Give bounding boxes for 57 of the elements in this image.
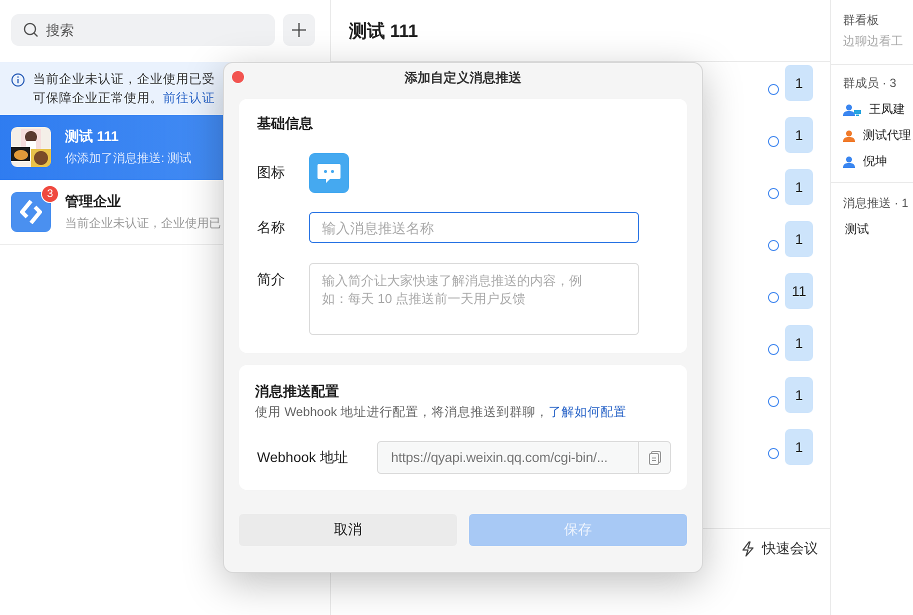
name-input[interactable]: 输入消息推送名称 [309,212,639,243]
chat-bubble-icon[interactable] [309,153,349,193]
message-bubble: 1 [785,429,813,465]
search-input[interactable]: 搜索 [46,15,275,45]
unread-badge: 3 [41,185,59,203]
member-name[interactable]: 倪坤 [863,153,887,170]
search-icon [23,22,39,38]
read-status-icon [768,292,779,302]
message-bubble: 1 [785,377,813,413]
message-bubble: 1 [785,117,813,153]
section-heading: 基础信息 [257,115,314,133]
field-label: Webhook 地址 [257,448,349,466]
read-status-icon [768,396,779,406]
verify-link[interactable]: 前往认证 [163,91,215,105]
notice-text: 可保障企业正常使用。 [33,91,163,105]
member-name[interactable]: 王凤建 [869,101,905,118]
push-item[interactable]: 测试 [843,221,913,238]
board-title: 群看板 [843,12,880,29]
board-subtitle: 边聊边看工 [843,33,904,50]
members-title: 群成员 · 3 [843,75,898,92]
field-label: 图标 [257,164,286,182]
cancel-button[interactable]: 取消 [239,514,457,546]
read-status-icon [768,240,779,250]
add-button[interactable] [283,14,315,46]
intro-input[interactable]: 输入简介让大家快速了解消息推送的内容，例如：每天 10 点推送前一天用户反馈 [309,263,639,335]
chat-title: 管理企业 [65,192,122,210]
info-icon [11,73,25,87]
copy-icon [648,450,660,464]
webhook-field[interactable]: https://qyapi.weixin.qq.com/cgi-bin/... [377,441,671,474]
message-bubble: 11 [785,273,813,309]
help-link[interactable]: 了解如何配置 [548,405,627,419]
search-field[interactable]: 搜索 [11,14,275,46]
notice-text: 当前企业未认证，企业使用已受 [33,71,215,88]
read-status-icon [768,188,779,198]
message-bubble: 1 [785,169,813,205]
message-bubble: 1 [785,221,813,257]
close-button[interactable] [232,71,244,83]
plus-icon [292,23,306,37]
chat-preview: 你添加了消息推送: 测试 [65,150,192,166]
read-status-icon [768,448,779,458]
member-name[interactable]: 测试代理 [863,127,911,144]
chat-title: 测试 111 [65,128,120,146]
read-status-icon [768,84,779,94]
chat-preview: 当前企业未认证，企业使用已 [65,214,221,232]
message-bubble: 1 [785,325,813,361]
chat-title: 测试 111 [349,20,418,42]
push-title: 消息推送 · 1 [843,195,910,212]
quick-meeting-button[interactable]: 快速会议 [741,529,818,569]
read-status-icon [768,136,779,146]
description-text: 使用 Webhook 地址进行配置，将消息推送到群聊，了解如何配置 [255,404,628,421]
read-status-icon [768,344,779,354]
dialog-title: 添加自定义消息推送 [404,69,522,87]
message-bubble: 1 [785,65,813,101]
lightning-icon [741,541,755,557]
field-label: 简介 [257,271,286,289]
field-label: 名称 [257,218,286,236]
section-heading: 消息推送配置 [255,383,340,401]
